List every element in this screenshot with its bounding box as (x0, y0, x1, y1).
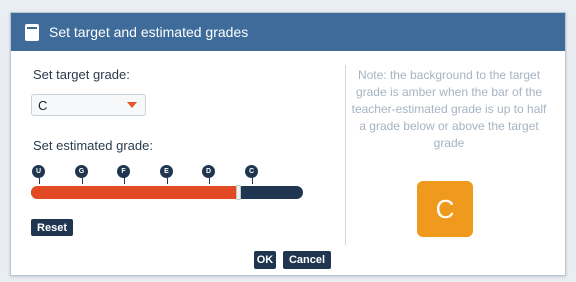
grade-marker-label: U (32, 165, 45, 178)
grade-marker-stem (166, 178, 168, 184)
reset-button[interactable]: Reset (31, 219, 73, 236)
clipboard-icon (25, 23, 39, 41)
chevron-down-icon (127, 102, 137, 108)
title-bar: Set target and estimated grades (11, 13, 565, 51)
grade-marker-f[interactable]: F (117, 165, 131, 184)
vertical-divider (345, 65, 346, 245)
amber-note: Note: the background to the target grade… (351, 68, 547, 150)
grade-marker-e[interactable]: E (160, 165, 174, 184)
target-grade-select[interactable]: C (31, 94, 146, 116)
grade-marker-stem (208, 178, 210, 184)
grade-marker-stem (38, 178, 40, 184)
grade-marker-stem (251, 178, 253, 184)
grade-marker-stem (81, 178, 83, 184)
target-grade-value: C (38, 97, 48, 113)
target-grade-label: Set target grade: (33, 67, 130, 82)
estimated-grade-slider[interactable] (31, 186, 303, 199)
grade-marker-g[interactable]: G (75, 165, 89, 184)
grade-marker-label: E (160, 165, 173, 178)
grade-marker-c[interactable]: C (245, 165, 259, 184)
grade-marker-stem (123, 178, 125, 184)
estimated-grade-fill (31, 186, 238, 199)
ok-button[interactable]: OK (254, 251, 276, 269)
grade-marker-label: G (75, 165, 88, 178)
grade-marker-label: D (202, 165, 215, 178)
cancel-button[interactable]: Cancel (283, 251, 331, 269)
target-grade-preview: C (417, 181, 473, 237)
grade-dialog: Set target and estimated grades Set targ… (10, 12, 566, 276)
estimated-grade-label: Set estimated grade: (33, 138, 153, 153)
grade-marker-label: F (117, 165, 130, 178)
slider-handle[interactable] (235, 185, 241, 200)
grade-marker-u[interactable]: U (32, 165, 46, 184)
dialog-title: Set target and estimated grades (49, 24, 249, 40)
grade-marker-label: C (245, 165, 258, 178)
grade-marker-d[interactable]: D (202, 165, 216, 184)
